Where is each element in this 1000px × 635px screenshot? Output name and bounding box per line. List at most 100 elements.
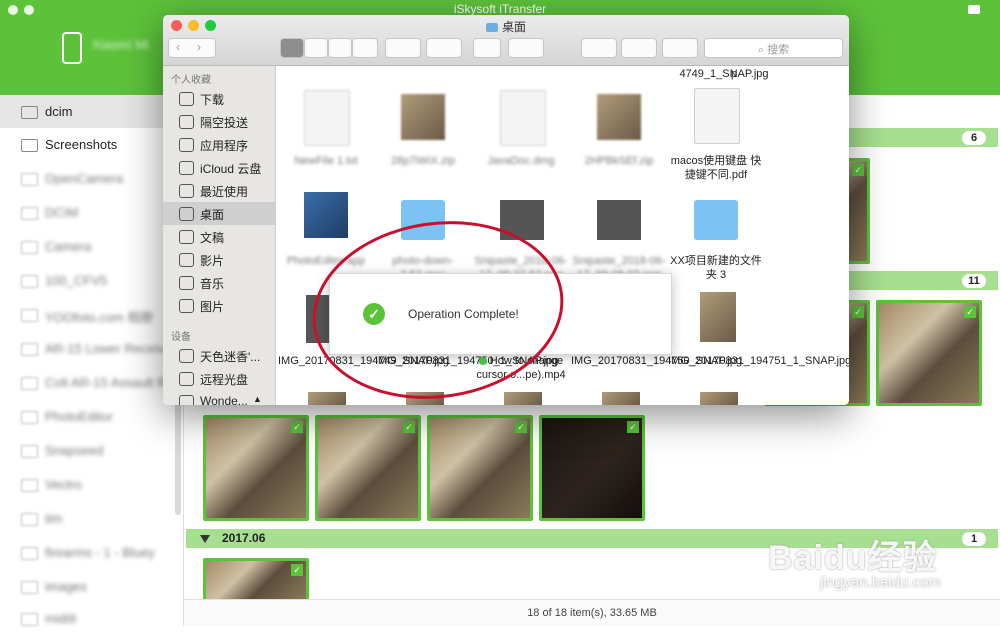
checkmark-icon[interactable]: ✓ <box>627 421 639 433</box>
sidebar-item[interactable]: PhotoEditor <box>0 400 183 433</box>
finder-sidebar-item-recents[interactable]: 最近使用 <box>163 179 275 202</box>
sidebar-item[interactable]: Camera <box>0 230 183 263</box>
group-date: 2017.06 <box>222 531 266 545</box>
device-name[interactable]: Xiaomi Mi <box>92 37 149 52</box>
image-file-icon[interactable] <box>406 392 444 405</box>
folder-icon <box>21 173 38 186</box>
folder-icon[interactable] <box>694 200 738 240</box>
file-label[interactable]: How to change cursor o...pe).mp4 <box>473 354 569 382</box>
text-file-icon[interactable] <box>304 90 350 146</box>
file-label[interactable]: IMG_20170831_194749_SNAP.jpg <box>278 354 449 368</box>
tag-icon[interactable] <box>508 38 544 58</box>
gallery-view-button[interactable] <box>352 38 378 58</box>
finder-sidebar-item-downloads[interactable]: 下载 <box>163 87 275 110</box>
icon-view-button[interactable] <box>280 38 304 58</box>
sidebar-item[interactable]: OpenCamera <box>0 162 183 195</box>
archive-file-icon[interactable] <box>597 94 641 140</box>
disk-image-icon[interactable] <box>500 90 546 146</box>
finder-sidebar-item-movies[interactable]: 影片 <box>163 248 275 271</box>
checkmark-icon[interactable]: ✓ <box>291 421 303 433</box>
file-label[interactable]: IMG_20170831_194750_SNAP.jpg <box>571 354 742 368</box>
archive-file-icon[interactable] <box>401 94 445 140</box>
file-label[interactable]: 28p7iWiX.zip <box>375 154 471 168</box>
photo-thumbnail[interactable]: ✓ <box>539 415 645 521</box>
app-icon[interactable] <box>304 192 348 238</box>
finder-sidebar-item-device[interactable]: 天色迷香'... <box>163 344 275 367</box>
back-forward-buttons[interactable]: ‹ › <box>168 38 216 58</box>
collapse-triangle-icon[interactable] <box>200 535 210 543</box>
sidebar-item[interactable]: midi9 <box>0 602 183 635</box>
eject-icon[interactable]: ▲ <box>253 394 262 404</box>
image-file-icon[interactable] <box>308 392 346 405</box>
finder-sidebar-item-desktop[interactable]: 桌面 <box>163 202 275 225</box>
document-menu-button[interactable] <box>581 38 617 58</box>
image-file-icon[interactable] <box>700 392 738 405</box>
pdf-file-icon[interactable] <box>694 88 740 144</box>
image-file-icon[interactable] <box>500 200 544 240</box>
file-label[interactable]: 2HPBkSEf.zip <box>571 154 667 168</box>
finder-sidebar-item-airdrop[interactable]: 隔空投送 <box>163 110 275 133</box>
file-label[interactable]: IMG_20170831_194751_1_SNAP.jpg <box>668 354 849 368</box>
image-file-icon[interactable] <box>597 200 641 240</box>
file-label[interactable]: IMG_20170831_194750_1_SNAP.jpg <box>375 354 558 368</box>
chevron-right-icon[interactable]: › <box>197 40 201 54</box>
sidebar-item[interactable]: YOOfoto.com 相册 <box>0 298 183 331</box>
sidebar-item[interactable]: DCIM <box>0 196 183 229</box>
sidebar-item[interactable]: images <box>0 570 183 603</box>
file-label[interactable]: macos使用键盘 快捷键不同.pdf <box>668 154 764 182</box>
checkmark-icon[interactable]: ✓ <box>403 421 415 433</box>
share-icon[interactable] <box>473 38 501 58</box>
cloud-icon <box>179 161 194 175</box>
sidebar-item[interactable]: AR-15 Lower Receiver <box>0 332 183 365</box>
finder-sidebar-item-wondershare[interactable]: Wonde... ▲ <box>163 390 275 405</box>
photo-thumbnail[interactable]: ✓ <box>203 415 309 521</box>
checkmark-icon[interactable]: ✓ <box>964 306 976 318</box>
checkmark-icon[interactable]: ✓ <box>852 164 864 176</box>
photo-thumbnail[interactable]: ✓ <box>203 558 309 602</box>
sidebar-item[interactable]: tim <box>0 502 183 535</box>
sidebar-item-screenshots[interactable]: Screenshots <box>0 128 183 161</box>
folder-icon <box>21 411 38 424</box>
file-label[interactable]: 4749_1_SNAP.jpg <box>672 67 776 81</box>
sidebar-item[interactable]: Vectro <box>0 468 183 501</box>
sidebar-item[interactable]: firearms - 1 - Bluey <box>0 536 183 569</box>
finder-sidebar-label: 隔空投送 <box>200 116 249 130</box>
column-view-button[interactable] <box>328 38 352 58</box>
chat-icon[interactable] <box>968 5 980 14</box>
add-menu-button[interactable] <box>662 38 698 58</box>
photo-thumbnail[interactable]: ✓ <box>315 415 421 521</box>
file-label[interactable]: JavaDoc.dmg <box>473 154 569 168</box>
photo-thumbnail[interactable]: ✓ <box>427 415 533 521</box>
finder-sidebar-label: 桌面 <box>200 208 225 222</box>
folder-icon[interactable] <box>401 200 445 240</box>
file-label[interactable]: PhotoEditor.app <box>278 254 374 268</box>
file-label[interactable]: XX项目新建的文件夹 3 <box>668 254 764 282</box>
image-file-icon[interactable] <box>700 292 736 342</box>
list-view-button[interactable] <box>304 38 328 58</box>
checkmark-icon[interactable]: ✓ <box>515 421 527 433</box>
checkmark-icon[interactable]: ✓ <box>852 306 864 318</box>
sidebar-item[interactable]: 100_CFV5 <box>0 264 183 297</box>
phone-icon[interactable] <box>62 32 82 64</box>
photo-thumbnail[interactable]: ✓ <box>876 300 982 406</box>
archive-menu-button[interactable] <box>621 38 657 58</box>
folder-icon <box>21 445 38 458</box>
chevron-left-icon[interactable]: ‹ <box>176 40 180 54</box>
file-label[interactable]: NewFile 1.txt <box>278 154 374 168</box>
finder-sidebar-item-icloud[interactable]: iCloud 云盘 <box>163 156 275 179</box>
folder-icon <box>21 241 38 254</box>
finder-sidebar-item-applications[interactable]: 应用程序 <box>163 133 275 156</box>
gear-icon[interactable] <box>426 38 462 58</box>
search-input[interactable]: ⌕ 搜索 <box>704 38 843 58</box>
finder-sidebar-item-remote-disc[interactable]: 远程光盘 <box>163 367 275 390</box>
finder-sidebar-item-music[interactable]: 音乐 <box>163 271 275 294</box>
checkmark-icon[interactable]: ✓ <box>291 564 303 576</box>
sidebar-item-dcim[interactable]: dcim <box>0 95 183 128</box>
sidebar-item[interactable]: Snapseed <box>0 434 183 467</box>
finder-sidebar-item-documents[interactable]: 文稿 <box>163 225 275 248</box>
image-file-icon[interactable] <box>602 392 640 405</box>
finder-sidebar-item-pictures[interactable]: 图片 <box>163 294 275 317</box>
group-by-button[interactable] <box>385 38 421 58</box>
sidebar-item[interactable]: Colt AR-15 Assault Rifle <box>0 366 183 399</box>
image-file-icon[interactable] <box>504 392 542 405</box>
